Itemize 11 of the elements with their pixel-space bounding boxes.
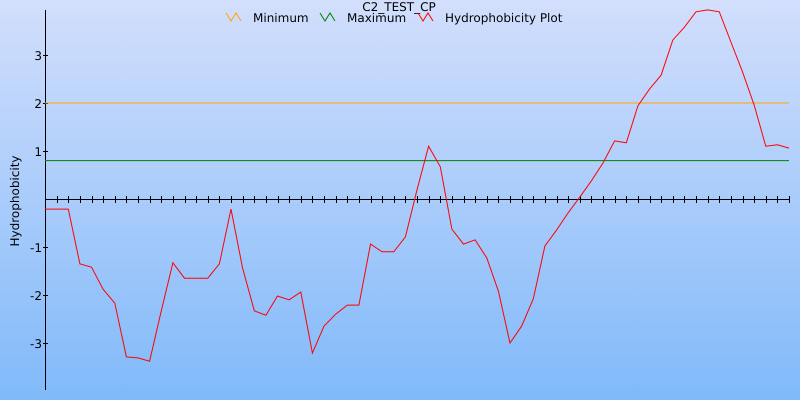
tick-label: -1	[30, 241, 42, 255]
axis-title: Hydrophobicity	[8, 156, 22, 246]
legend-label: Minimum	[253, 11, 309, 25]
tick-label: 3	[34, 49, 42, 63]
tick-label: 1	[34, 145, 42, 159]
tick-label: -3	[30, 337, 42, 351]
chart-title: C2_TEST_CP	[362, 0, 436, 14]
tick-label: 2	[34, 97, 42, 111]
legend-label: Hydrophobicity Plot	[445, 11, 562, 25]
legend-label: Maximum	[347, 11, 406, 25]
tick-label: -2	[30, 289, 42, 303]
